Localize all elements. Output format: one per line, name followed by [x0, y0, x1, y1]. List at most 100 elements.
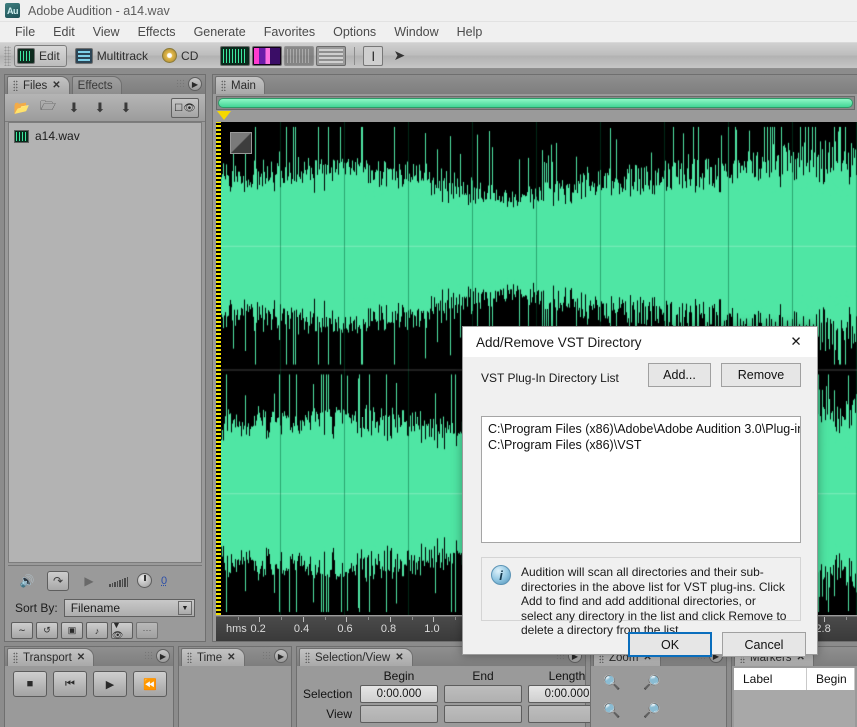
spectral-frequency-icon[interactable]	[252, 45, 283, 66]
vst-directory-item[interactable]: C:\Program Files (x86)\VST	[482, 437, 800, 453]
ok-button[interactable]: OK	[628, 632, 712, 657]
menu-help[interactable]: Help	[448, 23, 492, 41]
transport-panel-menu-button[interactable]: ▶	[156, 649, 170, 663]
tab-selection-view-close-icon[interactable]: ✕	[395, 652, 403, 663]
close-icon[interactable]: ✕	[775, 328, 817, 357]
insert-into-edit-view-icon[interactable]: ⬇	[116, 99, 136, 117]
column-label[interactable]: Label	[734, 668, 807, 690]
column-begin[interactable]: Begin	[807, 668, 855, 690]
menu-favorites[interactable]: Favorites	[255, 23, 324, 41]
sort-by-label: Sort By:	[15, 601, 58, 615]
panel-grip-dots-icon	[262, 651, 272, 660]
filter-view-icon[interactable]: ▼👁	[111, 620, 133, 640]
tab-effects[interactable]: Effects	[71, 76, 122, 94]
properties-icon[interactable]: ⋯	[136, 622, 158, 639]
zoom-out-horizontal-icon[interactable]: 🔍	[599, 699, 625, 721]
view-begin-field[interactable]	[360, 705, 438, 723]
mode-multitrack-button[interactable]: Multitrack	[73, 45, 154, 67]
tab-time-close-icon[interactable]: ✕	[227, 652, 235, 663]
ibeam-tool-icon[interactable]: I	[363, 45, 384, 66]
zoom-in-to-selection-icon[interactable]: 🔎	[639, 671, 665, 693]
skip-to-start-icon[interactable]: ⏮	[53, 671, 87, 697]
vst-directory-item[interactable]: C:\Program Files (x86)\Adobe\Adobe Audit…	[482, 421, 800, 437]
file-name: a14.wav	[35, 129, 80, 143]
panel-grip-dots-icon	[144, 651, 154, 660]
menu-file[interactable]: File	[6, 23, 44, 41]
spectral-pan-icon[interactable]	[284, 45, 315, 66]
view-mode-group	[220, 45, 347, 66]
menu-view[interactable]: View	[84, 23, 129, 41]
play-icon[interactable]: ▶	[78, 571, 100, 591]
show-video-files-icon[interactable]: ▣	[61, 622, 83, 639]
spectral-phase-icon[interactable]	[316, 45, 347, 66]
show-midi-files-icon[interactable]: ♪	[86, 622, 108, 639]
waveform-file-icon	[14, 129, 29, 143]
time-panel-menu-button[interactable]: ▶	[274, 649, 288, 663]
menu-generate[interactable]: Generate	[185, 23, 255, 41]
chevron-down-icon[interactable]: ▼	[178, 601, 192, 615]
show-hide-columns-icon[interactable]: ☐👁	[171, 98, 199, 118]
title-bar: Au Adobe Audition - a14.wav	[0, 0, 857, 22]
menu-effects[interactable]: Effects	[129, 23, 185, 41]
close-file-icon[interactable]: 🗁	[38, 98, 58, 117]
tab-transport-close-icon[interactable]: ✕	[77, 652, 85, 663]
tab-files[interactable]: Files ✕	[7, 76, 70, 94]
time-tabstrip: Time ✕ ▶	[179, 647, 291, 666]
column-begin: Begin	[383, 669, 415, 683]
rewind-icon[interactable]: ⏪	[133, 671, 167, 697]
add-button[interactable]: Add...	[648, 363, 711, 387]
list-item[interactable]: a14.wav	[14, 129, 196, 143]
cancel-button[interactable]: Cancel	[722, 632, 806, 657]
tab-files-close-icon[interactable]: ✕	[52, 80, 60, 91]
stop-icon[interactable]: ■	[13, 671, 47, 697]
scrollbar-thumb[interactable]	[218, 98, 853, 108]
tab-transport[interactable]: Transport ✕	[7, 648, 95, 666]
zoom-out-full-icon[interactable]: 🔎	[639, 699, 665, 721]
show-loop-files-icon[interactable]: ↺	[36, 622, 58, 639]
play-icon[interactable]: ▶	[93, 671, 127, 697]
playhead-marker-icon[interactable]	[217, 111, 231, 120]
volume-value[interactable]: 0	[161, 575, 167, 587]
insert-into-cd-list-icon[interactable]: ⬇	[90, 99, 110, 117]
tab-selection-view[interactable]: Selection/View ✕	[299, 648, 413, 666]
selection-end-field[interactable]	[444, 685, 522, 703]
remove-button[interactable]: Remove	[721, 363, 801, 387]
speaker-play-icon[interactable]: 🔊	[16, 571, 38, 591]
view-end-field[interactable]	[444, 705, 522, 723]
vst-directory-listbox[interactable]: C:\Program Files (x86)\Adobe\Adobe Audit…	[481, 416, 801, 543]
menu-edit[interactable]: Edit	[44, 23, 84, 41]
timeline-tick-label: 1.0	[424, 623, 440, 635]
markers-list[interactable]	[734, 690, 855, 727]
tab-time-label: Time	[197, 651, 223, 664]
waveform-horizontal-scrollbar[interactable]	[216, 96, 855, 110]
toolbar-grip[interactable]	[4, 45, 11, 66]
files-panel-menu-button[interactable]: ▶	[188, 77, 202, 91]
show-wave-files-icon[interactable]: ∼	[11, 622, 33, 639]
waveform-icon	[17, 47, 35, 64]
dialog-title: Add/Remove VST Directory	[476, 334, 642, 350]
menu-options[interactable]: Options	[324, 23, 385, 41]
timeline-minor-tick	[237, 617, 239, 620]
window-title: Adobe Audition - a14.wav	[28, 3, 170, 18]
markers-panel: Markers ✕ Label Begin	[731, 646, 857, 727]
tab-time[interactable]: Time ✕	[181, 648, 245, 666]
insert-into-multitrack-icon[interactable]: ⬇	[64, 99, 84, 117]
selection-begin-field[interactable]: 0:00.000	[360, 685, 438, 703]
auto-play-icon[interactable]: ↷	[47, 570, 69, 591]
mode-edit-label: Edit	[39, 48, 60, 63]
mode-cd-button[interactable]: CD	[160, 45, 204, 67]
open-file-icon[interactable]: 📂	[12, 99, 32, 117]
volume-knob-icon[interactable]	[137, 573, 152, 588]
toolbar-divider	[354, 46, 356, 65]
sort-by-select[interactable]: Filename ▼	[63, 599, 195, 617]
tab-transport-label: Transport	[23, 651, 72, 664]
time-selection-tool-icon[interactable]: ➤	[389, 46, 409, 66]
waveform-view-icon[interactable]	[220, 45, 251, 66]
mode-edit-button[interactable]: Edit	[14, 44, 67, 67]
tab-main[interactable]: Main	[215, 76, 265, 94]
selection-row-label: Selection	[303, 687, 353, 701]
menu-window[interactable]: Window	[385, 23, 447, 41]
waveform-selection-handle[interactable]	[230, 132, 252, 154]
files-list[interactable]: a14.wav	[8, 122, 202, 563]
zoom-in-horizontal-icon[interactable]: 🔍	[599, 671, 625, 693]
